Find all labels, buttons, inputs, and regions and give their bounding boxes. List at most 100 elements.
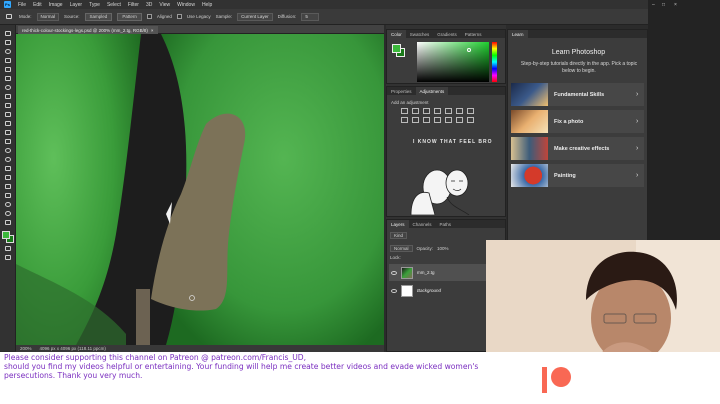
- vibrance-icon[interactable]: [445, 108, 452, 114]
- minimize-icon[interactable]: –: [652, 2, 655, 8]
- hue-saturation-icon[interactable]: [456, 108, 463, 114]
- eraser-tool-icon[interactable]: [3, 128, 13, 136]
- hand-tool-icon[interactable]: [3, 200, 13, 208]
- menu-type[interactable]: Type: [89, 2, 100, 8]
- foreground-color-chip[interactable]: [392, 44, 401, 53]
- layer-name[interactable]: Background: [417, 288, 441, 293]
- tab-layers[interactable]: Layers: [387, 220, 409, 228]
- pen-tool-icon[interactable]: [3, 164, 13, 172]
- sample-select[interactable]: Current Layer: [237, 12, 273, 21]
- close-icon[interactable]: ×: [674, 2, 677, 8]
- blend-row: Normal Opacity: 100%: [390, 245, 449, 252]
- tab-gradients[interactable]: Gradients: [433, 30, 461, 38]
- visibility-eye-icon[interactable]: [391, 288, 397, 293]
- invert-icon[interactable]: [445, 117, 452, 123]
- tab-color[interactable]: Color: [387, 30, 406, 38]
- posterize-icon[interactable]: [456, 117, 463, 123]
- menu-view[interactable]: View: [159, 2, 170, 8]
- chevron-right-icon: ›: [636, 172, 639, 179]
- menu-image[interactable]: Image: [49, 2, 63, 8]
- crop-tool-icon[interactable]: [3, 65, 13, 73]
- maximize-icon[interactable]: □: [662, 2, 665, 8]
- chevron-right-icon: ›: [636, 145, 639, 152]
- source-sampled-button[interactable]: Sampled: [84, 12, 113, 21]
- tab-patterns[interactable]: Patterns: [461, 30, 486, 38]
- menu-help[interactable]: Help: [202, 2, 212, 8]
- tab-swatches[interactable]: Swatches: [406, 30, 434, 38]
- menu-bar: Ps File Edit Image Layer Type Select Fil…: [0, 0, 648, 9]
- exposure-icon[interactable]: [434, 108, 441, 114]
- color-field[interactable]: [417, 42, 489, 82]
- quick-mask-icon[interactable]: [3, 244, 13, 252]
- clone-stamp-tool-icon[interactable]: [3, 110, 13, 118]
- healing-brush-icon[interactable]: [4, 13, 14, 21]
- close-tab-icon[interactable]: ×: [151, 28, 154, 33]
- learn-card-fix-a-photo[interactable]: Fix a photo ›: [511, 110, 644, 133]
- blend-mode-select[interactable]: Normal: [390, 245, 413, 252]
- black-white-icon[interactable]: [401, 117, 408, 123]
- move-tool-icon[interactable]: [3, 29, 13, 37]
- path-select-tool-icon[interactable]: [3, 182, 13, 190]
- learn-card-fundamental-skills[interactable]: Fundamental Skills ›: [511, 83, 644, 106]
- zoom-tool-icon[interactable]: [3, 209, 13, 217]
- type-tool-icon[interactable]: [3, 173, 13, 181]
- menu-layer[interactable]: Layer: [70, 2, 83, 8]
- document-tab[interactable]: red-thick-colour-stockings-legs.psd @ 20…: [18, 26, 158, 34]
- color-balance-icon[interactable]: [467, 108, 474, 114]
- quick-select-tool-icon[interactable]: [3, 56, 13, 64]
- foreground-color-swatch[interactable]: [1, 231, 10, 239]
- brightness-contrast-icon[interactable]: [401, 108, 408, 114]
- menu-edit[interactable]: Edit: [33, 2, 42, 8]
- canvas[interactable]: [16, 34, 384, 345]
- menu-filter[interactable]: Filter: [128, 2, 139, 8]
- tab-channels[interactable]: Channels: [409, 220, 436, 228]
- dodge-tool-icon[interactable]: [3, 155, 13, 163]
- mode-select[interactable]: Normal: [36, 12, 60, 21]
- marquee-tool-icon[interactable]: [3, 38, 13, 46]
- frame-tool-icon[interactable]: [3, 74, 13, 82]
- tab-learn[interactable]: Learn: [508, 30, 528, 38]
- levels-icon[interactable]: [412, 108, 419, 114]
- more-tools-icon[interactable]: [3, 218, 13, 226]
- lasso-tool-icon[interactable]: [3, 47, 13, 55]
- tab-properties[interactable]: Properties: [387, 87, 416, 95]
- source-pattern-button[interactable]: Pattern: [117, 12, 142, 21]
- patreon-logo-icon[interactable]: [540, 366, 574, 394]
- threshold-icon[interactable]: [467, 117, 474, 123]
- card-label: Painting: [554, 172, 576, 179]
- photoshop-logo: Ps: [4, 1, 11, 8]
- kind-filter-select[interactable]: Kind: [390, 232, 408, 239]
- menu-window[interactable]: Window: [177, 2, 195, 8]
- gradient-tool-icon[interactable]: [3, 137, 13, 145]
- photo-filter-icon[interactable]: [412, 117, 419, 123]
- tools-panel: [0, 25, 16, 351]
- curves-icon[interactable]: [423, 108, 430, 114]
- diffusion-input[interactable]: 5: [301, 12, 320, 21]
- brush-tool-icon[interactable]: [3, 101, 13, 109]
- menu-file[interactable]: File: [18, 2, 26, 8]
- zoom-level[interactable]: 200%: [20, 346, 32, 351]
- opacity-value[interactable]: 100%: [437, 246, 449, 251]
- adjustment-buttons: [401, 108, 475, 123]
- color-swatches[interactable]: [1, 231, 14, 243]
- layer-name[interactable]: mm_2.tg: [417, 270, 435, 275]
- learn-card-make-creative-effects[interactable]: Make creative effects ›: [511, 137, 644, 160]
- history-brush-tool-icon[interactable]: [3, 119, 13, 127]
- menu-3d[interactable]: 3D: [146, 2, 152, 8]
- visibility-eye-icon[interactable]: [391, 270, 397, 275]
- color-lookup-icon[interactable]: [434, 117, 441, 123]
- channel-mixer-icon[interactable]: [423, 117, 430, 123]
- aligned-checkbox[interactable]: [146, 14, 152, 19]
- learn-card-painting[interactable]: Painting ›: [511, 164, 644, 187]
- healing-tool-icon[interactable]: [3, 92, 13, 100]
- shape-tool-icon[interactable]: [3, 191, 13, 199]
- tab-paths[interactable]: Paths: [436, 220, 456, 228]
- eyedropper-tool-icon[interactable]: [3, 83, 13, 91]
- screen-mode-icon[interactable]: [3, 253, 13, 261]
- tab-adjustments[interactable]: Adjustments: [415, 87, 449, 95]
- hue-slider[interactable]: [492, 42, 497, 82]
- color-picker-cursor[interactable]: [467, 48, 471, 52]
- menu-select[interactable]: Select: [107, 2, 121, 8]
- use-legacy-checkbox[interactable]: [176, 14, 182, 19]
- blur-tool-icon[interactable]: [3, 146, 13, 154]
